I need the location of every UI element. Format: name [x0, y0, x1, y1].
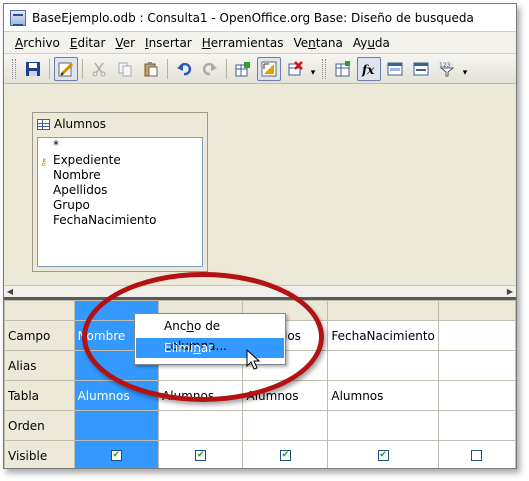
- grid-cell[interactable]: [242, 410, 329, 441]
- grid-cell[interactable]: [437, 350, 516, 381]
- undo-icon[interactable]: [172, 57, 196, 81]
- grid-cell[interactable]: [327, 350, 439, 381]
- paste-icon[interactable]: [139, 57, 163, 81]
- menu-ayuda[interactable]: Ayuda: [348, 36, 395, 50]
- alias-icon[interactable]: [383, 57, 407, 81]
- row-label: Tabla: [4, 380, 75, 411]
- visible-checkbox[interactable]: [471, 450, 483, 461]
- base-app-icon: [10, 9, 26, 26]
- design-view-icon[interactable]: [257, 56, 281, 81]
- copy-icon[interactable]: [113, 57, 137, 81]
- toolbar-separator: [167, 58, 168, 79]
- toolbar-grip[interactable]: [12, 58, 16, 79]
- grid-cell[interactable]: [73, 410, 160, 441]
- grid-cell[interactable]: ✔: [327, 440, 439, 468]
- add-table-icon[interactable]: [231, 57, 255, 81]
- field-item[interactable]: ⚷ Expediente: [38, 153, 202, 168]
- app-window: BaseEjemplo.odb : Consulta1 - OpenOffice…: [3, 3, 517, 469]
- toolbar: ▾ fx 123 ▾: [4, 54, 516, 84]
- functions-icon[interactable]: fx: [357, 56, 381, 81]
- grid-cell[interactable]: [437, 440, 516, 468]
- toolbar-separator: [49, 58, 50, 79]
- grid-cell[interactable]: ✔: [158, 440, 244, 468]
- menu-bar: Archivo Editar Ver Insertar Herramientas Vent…: [4, 32, 516, 54]
- window-title: BaseEjemplo.odb : Consulta1 - OpenOffice…: [32, 10, 474, 25]
- field-item[interactable]: *: [38, 138, 202, 153]
- row-label: Campo: [4, 320, 75, 351]
- visible-checkbox[interactable]: ✔: [279, 450, 291, 461]
- menu-insertar[interactable]: Insertar: [140, 36, 197, 50]
- visible-checkbox[interactable]: ✔: [377, 450, 389, 461]
- table-window-title[interactable]: Alumnos: [33, 113, 207, 135]
- corner-cell: [4, 300, 75, 321]
- grid-cell[interactable]: FechaNacimiento: [327, 320, 439, 351]
- toolbar-grip[interactable]: [322, 58, 326, 79]
- annotation-ellipse: [82, 272, 324, 402]
- grid-cell[interactable]: ✔: [242, 440, 329, 468]
- field-name: *: [53, 138, 59, 152]
- column-header[interactable]: [327, 300, 439, 321]
- menu-herramientas[interactable]: Herramientas: [197, 36, 289, 50]
- row-label: Orden: [4, 410, 75, 441]
- field-name: Grupo: [53, 198, 90, 212]
- distinct-icon[interactable]: [409, 57, 433, 81]
- menu-editar[interactable]: Editar: [65, 36, 111, 50]
- menu-archivo[interactable]: Archivo: [10, 36, 65, 50]
- clear-query-icon[interactable]: [283, 57, 307, 81]
- table-design-area[interactable]: Alumnos * ⚷ Expediente Nombre Apellidos Grupo…: [4, 85, 516, 285]
- field-name: Apellidos: [53, 183, 108, 197]
- toolbar-separator: [226, 58, 227, 79]
- redo-icon[interactable]: [198, 57, 222, 81]
- field-item[interactable]: Grupo: [38, 198, 202, 213]
- visible-checkbox[interactable]: ✔: [195, 450, 207, 461]
- field-item[interactable]: Nombre: [38, 168, 202, 183]
- save-icon[interactable]: [21, 57, 45, 81]
- field-name: Expediente: [53, 153, 121, 167]
- table-name-icon[interactable]: [331, 57, 355, 81]
- menu-ventana[interactable]: Ventana: [289, 36, 348, 50]
- field-name: FechaNacimiento: [53, 213, 157, 227]
- grid-cell[interactable]: [437, 410, 516, 441]
- grid-cell[interactable]: ✔: [73, 440, 160, 468]
- table-window-alumnos[interactable]: Alumnos * ⚷ Expediente Nombre Apellidos Grupo…: [32, 112, 208, 272]
- column-header[interactable]: [437, 300, 516, 321]
- filter-icon[interactable]: 123: [435, 57, 459, 81]
- grid-row-visible: Visible ✔ ✔ ✔ ✔: [4, 440, 516, 468]
- table-name: Alumnos: [54, 117, 107, 131]
- mouse-cursor-icon: [246, 349, 261, 370]
- table-icon: [37, 118, 50, 130]
- grid-cell[interactable]: [158, 410, 244, 441]
- field-item[interactable]: Apellidos: [38, 183, 202, 198]
- menu-ver[interactable]: Ver: [110, 36, 140, 50]
- title-bar: BaseEjemplo.odb : Consulta1 - OpenOffice…: [4, 4, 516, 32]
- grid-row-orden: Orden: [4, 410, 516, 441]
- grid-cell[interactable]: [327, 410, 439, 441]
- edit-icon[interactable]: [54, 56, 78, 81]
- row-label: Visible: [4, 440, 75, 468]
- grid-cell[interactable]: [437, 380, 516, 411]
- grid-cell[interactable]: Alumnos: [327, 380, 439, 411]
- toolbar-overflow-icon[interactable]: ▾: [460, 57, 470, 81]
- field-list[interactable]: * ⚷ Expediente Nombre Apellidos Grupo FechaNac…: [37, 137, 203, 267]
- visible-checkbox[interactable]: ✔: [110, 450, 122, 461]
- toolbar-overflow-icon[interactable]: ▾: [308, 57, 318, 81]
- field-item[interactable]: FechaNacimiento: [38, 213, 202, 228]
- grid-cell[interactable]: [437, 320, 516, 351]
- svg-text:fx: fx: [361, 63, 375, 77]
- cut-icon[interactable]: [87, 57, 111, 81]
- toolbar-separator: [82, 58, 83, 79]
- field-name: Nombre: [53, 168, 101, 182]
- row-label: Alias: [4, 350, 75, 381]
